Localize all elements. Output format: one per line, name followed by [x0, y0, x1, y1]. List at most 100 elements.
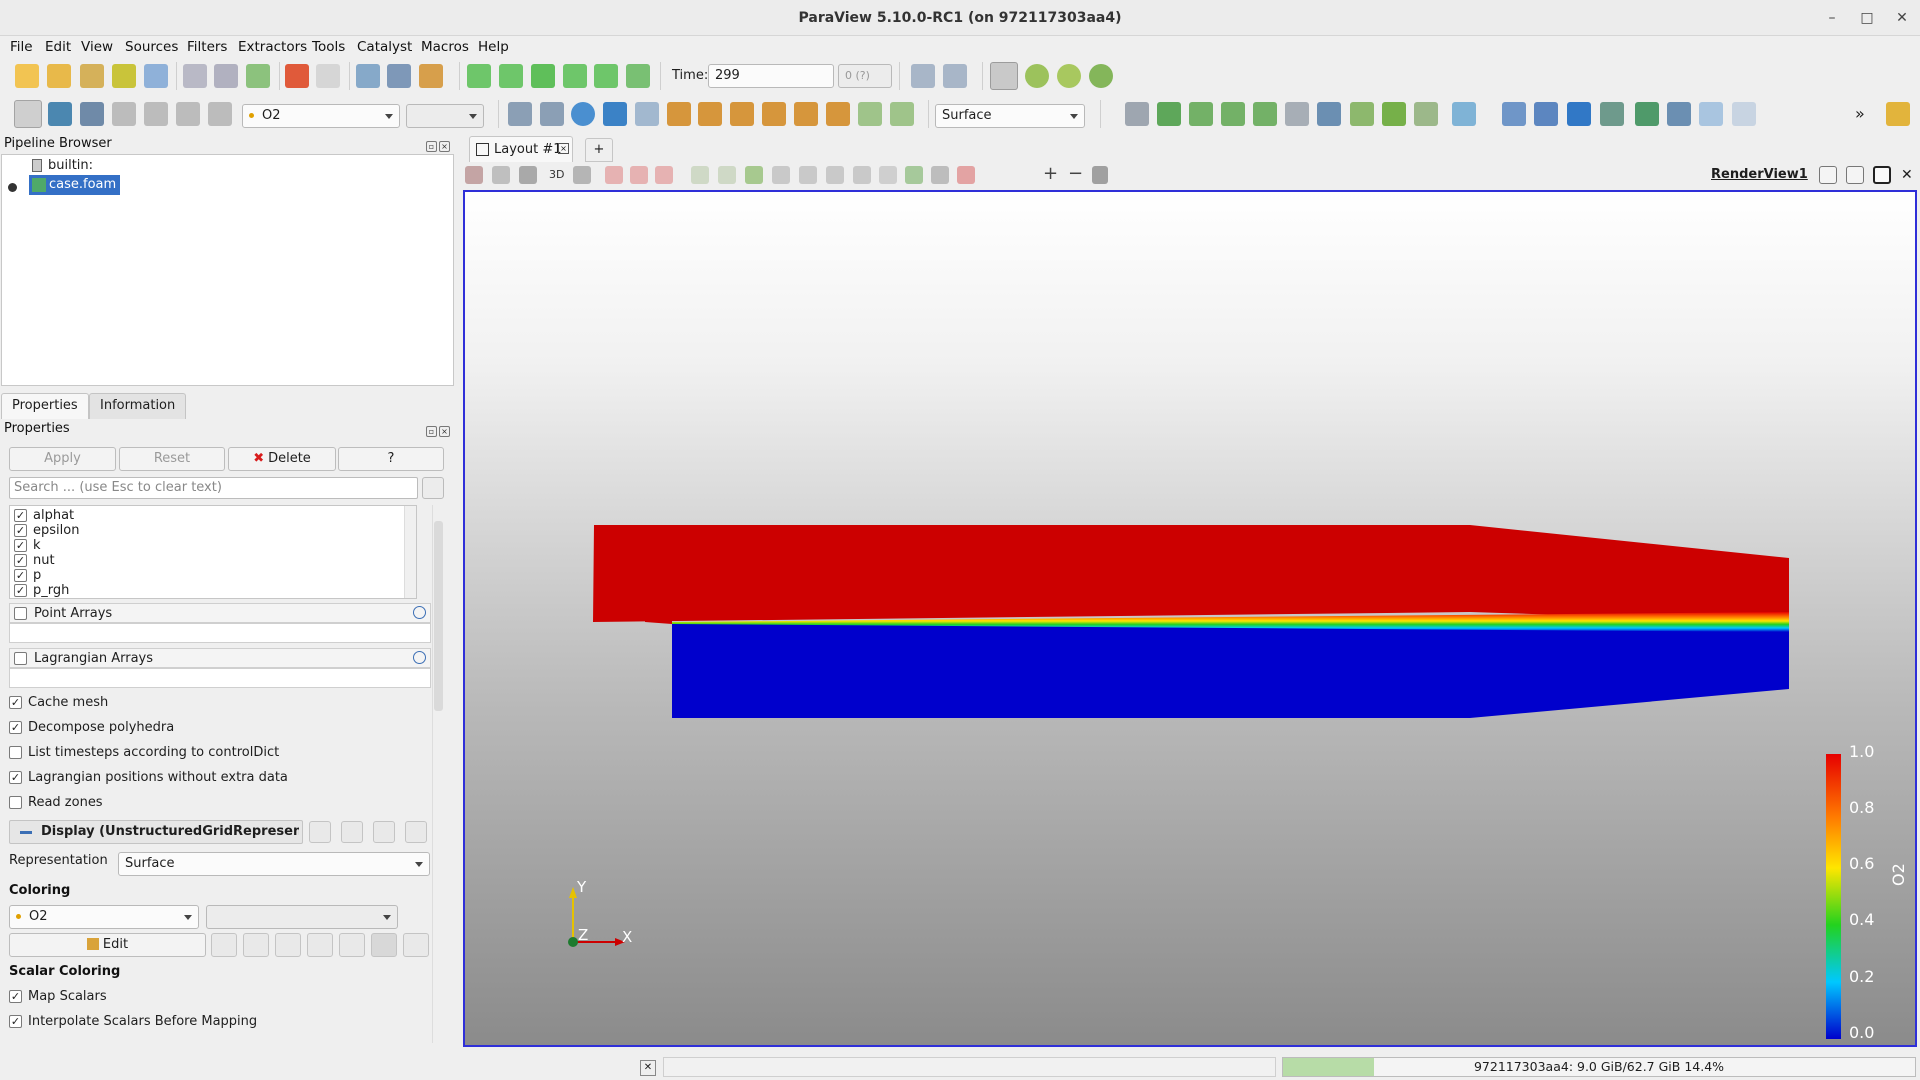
grow-selection-icon[interactable] — [826, 166, 844, 184]
expand-icon[interactable] — [413, 651, 426, 664]
menu-filters[interactable]: Filters — [187, 39, 227, 55]
cell-array-alphat[interactable]: ✓ alphat — [14, 508, 74, 523]
clear-status-icon[interactable]: ✕ — [640, 1060, 656, 1076]
auto-apply-icon[interactable] — [990, 62, 1018, 90]
collapse-icon[interactable] — [20, 831, 32, 834]
properties-scrollbar[interactable] — [432, 505, 444, 1043]
tab-information[interactable]: Information — [89, 393, 187, 419]
checkbox-checked[interactable]: ✓ — [9, 771, 22, 784]
tab-layout-1[interactable]: Layout #1 × — [469, 136, 573, 162]
choose-preset-icon[interactable] — [211, 933, 237, 957]
help-button[interactable]: ? — [338, 447, 444, 471]
cell-array-epsilon[interactable]: ✓ epsilon — [14, 523, 79, 538]
set-view-plus-y-icon[interactable] — [730, 102, 754, 126]
checkbox-checked[interactable]: ✓ — [9, 990, 22, 1003]
point-arrays-header[interactable]: Point Arrays — [9, 603, 431, 623]
representation-select[interactable]: Surface — [935, 104, 1085, 128]
clear-selection-icon[interactable] — [879, 166, 897, 184]
option-interpolate-scalars[interactable]: ✓ Interpolate Scalars Before Mapping — [9, 1014, 257, 1029]
minimize-button[interactable]: – — [1822, 8, 1842, 28]
slice-icon[interactable] — [1221, 102, 1245, 126]
split-horizontal-icon[interactable] — [465, 166, 483, 184]
camera-undo-icon[interactable] — [573, 166, 591, 184]
load-state-icon[interactable] — [214, 64, 238, 88]
integrate-icon[interactable] — [1635, 102, 1659, 126]
interactive-legend-icon[interactable] — [403, 933, 429, 957]
trace-icon[interactable] — [1057, 64, 1081, 88]
set-view-minus-x-icon[interactable] — [698, 102, 722, 126]
macro-refresh-icon[interactable] — [1089, 64, 1113, 88]
hover-cells-icon[interactable] — [799, 166, 817, 184]
rotate-minus-90-icon[interactable] — [890, 102, 914, 126]
menu-extractors[interactable]: Extractors — [238, 39, 307, 55]
point-arrays-checkbox[interactable] — [14, 607, 27, 620]
camera-link-icon[interactable] — [356, 64, 380, 88]
select-points-icon[interactable] — [630, 166, 648, 184]
checkbox-checked[interactable]: ✓ — [14, 509, 27, 522]
rescale-temporal-range-icon[interactable] — [307, 933, 333, 957]
close-icon[interactable]: × — [439, 141, 450, 152]
checkbox-unchecked[interactable] — [9, 796, 22, 809]
probe-location-icon[interactable] — [957, 166, 975, 184]
rescale-custom-range-icon[interactable] — [275, 933, 301, 957]
close-tab-icon[interactable]: × — [558, 143, 569, 154]
palette-icon[interactable] — [419, 64, 443, 88]
split-vertical-icon[interactable] — [492, 166, 510, 184]
display-section-header[interactable]: Display (UnstructuredGridRepresenta — [9, 820, 303, 844]
option-list-timesteps[interactable]: List timesteps according to controlDict — [9, 745, 279, 760]
extract-level-icon[interactable] — [1452, 102, 1476, 126]
pipeline-item-case-foam[interactable]: case.foam — [29, 175, 121, 195]
paste-icon[interactable] — [341, 821, 363, 843]
toggle-labels-icon[interactable] — [905, 166, 923, 184]
rescale-all-icon[interactable] — [208, 102, 232, 126]
redo-icon[interactable] — [316, 64, 340, 88]
histogram-icon[interactable] — [1567, 102, 1591, 126]
color-legend-toggle-icon[interactable] — [339, 933, 365, 957]
split-view-vertical-icon[interactable] — [1846, 166, 1864, 184]
cell-array-p[interactable]: ✓ p — [14, 568, 41, 583]
menu-catalyst[interactable]: Catalyst — [357, 39, 412, 55]
option-cache-mesh[interactable]: ✓ Cache mesh — [9, 695, 108, 710]
split-view-horizontal-icon[interactable] — [1819, 166, 1837, 184]
render-view[interactable]: 1.0 0.8 0.6 0.4 0.2 0.0 O2 Y Z X — [463, 190, 1917, 1047]
refresh-icon[interactable] — [373, 821, 395, 843]
python-calculator-icon[interactable] — [1732, 102, 1756, 126]
color-legend-icon[interactable] — [14, 100, 42, 128]
checkbox-checked[interactable]: ✓ — [14, 569, 27, 582]
save-icon[interactable] — [405, 821, 427, 843]
first-frame-icon[interactable] — [467, 64, 491, 88]
more-tools-icon[interactable]: » — [1855, 104, 1865, 123]
reset-camera-icon[interactable] — [508, 102, 532, 126]
warp-vector-icon[interactable] — [1382, 102, 1406, 126]
clip-icon[interactable] — [1189, 102, 1213, 126]
shrink-selection-icon[interactable] — [853, 166, 871, 184]
probe-icon[interactable] — [1502, 102, 1526, 126]
python-shell-icon[interactable] — [1025, 64, 1049, 88]
render-view-name[interactable]: RenderView1 — [1711, 167, 1808, 182]
find-selection-icon[interactable] — [931, 166, 949, 184]
select-polygon-icon[interactable] — [745, 166, 763, 184]
ruler-icon[interactable] — [1886, 102, 1910, 126]
connect-icon[interactable] — [112, 64, 136, 88]
menu-file[interactable]: File — [10, 39, 33, 55]
snowflake-icon[interactable] — [1699, 102, 1723, 126]
apply-button[interactable]: Apply — [9, 447, 116, 471]
set-view-plus-z-icon[interactable] — [794, 102, 818, 126]
checkbox-checked[interactable]: ✓ — [14, 524, 27, 537]
maximize-button[interactable]: □ — [1857, 8, 1877, 28]
group-datasets-icon[interactable] — [1414, 102, 1438, 126]
select-cells-icon[interactable] — [605, 166, 623, 184]
menu-help[interactable]: Help — [478, 39, 509, 55]
option-lagrangian-positions[interactable]: ✓ Lagrangian positions without extra data — [9, 770, 288, 785]
pipeline-root[interactable]: builtin: — [48, 158, 93, 173]
checkbox-checked[interactable]: ✓ — [14, 539, 27, 552]
checkbox-checked[interactable]: ✓ — [14, 554, 27, 567]
lagrangian-arrays-header[interactable]: Lagrangian Arrays — [9, 648, 431, 668]
checkbox-checked[interactable]: ✓ — [9, 1015, 22, 1028]
show-legend-icon[interactable] — [371, 933, 397, 957]
advanced-gear-icon[interactable] — [422, 477, 444, 499]
expand-icon[interactable] — [413, 606, 426, 619]
glyph-icon[interactable] — [1317, 102, 1341, 126]
float-icon[interactable]: ▫ — [426, 426, 437, 437]
delete-button[interactable]: ✖ Delete — [228, 447, 336, 471]
